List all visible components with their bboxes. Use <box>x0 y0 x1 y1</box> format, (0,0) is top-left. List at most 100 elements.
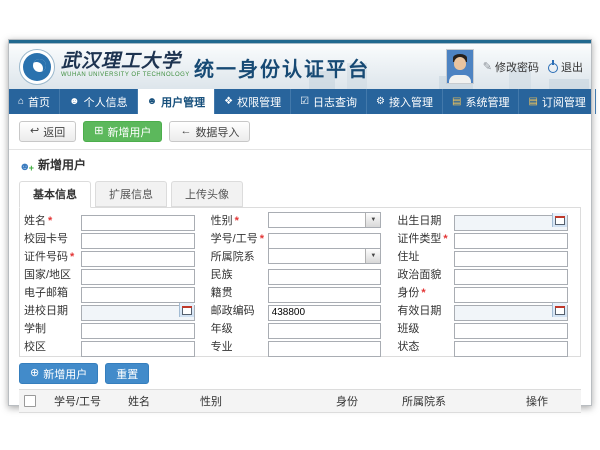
native-place-input[interactable] <box>268 287 382 303</box>
required-asterisk: * <box>235 215 239 227</box>
change-password-link[interactable]: ✎ 修改密码 <box>483 59 539 75</box>
toolbar: ↩ 返回 ⊞ 新增用户 ← 数据导入 <box>19 121 581 142</box>
nav-item-home[interactable]: ⌂首页 <box>9 89 60 114</box>
dropdown-button[interactable]: ▼ <box>365 213 380 227</box>
form-field-email: 电子邮箱 <box>24 283 203 301</box>
table-header-row: 学号/工号姓名性别身份所属院系操作 <box>19 390 581 413</box>
form-field-country-region: 国家/地区 <box>24 265 203 283</box>
birth-date-input[interactable] <box>454 215 568 231</box>
id-type-input[interactable] <box>454 233 568 249</box>
country-region-label: 国家/地区 <box>24 266 81 282</box>
nav-item-permission-management[interactable]: ❖权限管理 <box>215 89 291 114</box>
form-field-identity: 身份* <box>397 283 576 301</box>
political-status-field-wrap <box>454 266 568 282</box>
valid-date-label: 有效日期 <box>397 302 454 318</box>
ethnicity-label: 民族 <box>211 266 268 282</box>
table-column-header: 所属院系 <box>397 390 521 413</box>
chevron-down-icon: ▼ <box>370 253 376 259</box>
home-icon: ⌂ <box>18 97 24 107</box>
back-button[interactable]: ↩ 返回 <box>19 121 76 142</box>
nav-bar: ⌂首页☻个人信息☻用户管理❖权限管理☑日志查询⚙接入管理▤系统管理▤订阅管理 <box>9 89 591 114</box>
class-label: 班级 <box>397 320 454 336</box>
user-avatar[interactable] <box>446 49 474 84</box>
id-number-label: 证件号码* <box>24 248 81 264</box>
nav-item-user-management[interactable]: ☻用户管理 <box>138 89 216 114</box>
reset-button[interactable]: 重置 <box>105 363 149 384</box>
campus-input[interactable] <box>81 341 195 357</box>
postal-code-input[interactable] <box>268 305 382 321</box>
gender-label: 性别* <box>211 212 268 228</box>
dropdown-button[interactable]: ▼ <box>365 249 380 263</box>
header-user-area: ✎ 修改密码 退出 <box>446 49 583 84</box>
enrollment-date-input[interactable] <box>81 305 195 321</box>
calendar-icon <box>182 306 192 315</box>
valid-date-input[interactable] <box>454 305 568 321</box>
tab-basic-info[interactable]: 基本信息 <box>19 181 91 208</box>
form-field-department: 所属院系▼ <box>211 247 390 265</box>
email-input[interactable] <box>81 287 195 303</box>
status-field-wrap <box>454 338 568 354</box>
form-field-address: 住址 <box>397 247 576 265</box>
calendar-icon <box>555 306 565 315</box>
name-input[interactable] <box>81 215 195 231</box>
nav-item-profile[interactable]: ☻个人信息 <box>60 89 138 114</box>
select-all-checkbox[interactable] <box>24 395 36 407</box>
status-input[interactable] <box>454 341 568 357</box>
tab-extended-info[interactable]: 扩展信息 <box>95 181 167 207</box>
student-employee-id-label: 学号/工号* <box>211 230 268 246</box>
ethnicity-input[interactable] <box>268 269 382 285</box>
nav-item-log-query[interactable]: ☑日志查询 <box>291 89 367 114</box>
major-input[interactable] <box>268 341 382 357</box>
campus-label: 校区 <box>24 338 81 354</box>
gender-select[interactable]: ▼ <box>268 212 382 228</box>
data-import-button[interactable]: ← 数据导入 <box>169 121 250 142</box>
nav-item-subscription-management[interactable]: ▤订阅管理 <box>519 89 595 114</box>
country-region-input[interactable] <box>81 269 195 285</box>
table-column-header: 姓名 <box>123 390 195 413</box>
logout-link[interactable]: 退出 <box>548 59 583 75</box>
calendar-picker-button[interactable] <box>179 303 194 317</box>
plus-icon: + <box>29 163 34 173</box>
nav-item-system-management[interactable]: ▤系统管理 <box>443 89 519 114</box>
nav-item-access-management[interactable]: ⚙接入管理 <box>367 89 443 114</box>
calendar-picker-button[interactable] <box>552 213 567 227</box>
department-select[interactable]: ▼ <box>268 248 382 264</box>
political-status-input[interactable] <box>454 269 568 285</box>
campus-field-wrap <box>81 338 195 354</box>
calendar-picker-button[interactable] <box>552 303 567 317</box>
class-input[interactable] <box>454 323 568 339</box>
log-check-icon: ☑ <box>300 97 309 107</box>
add-user-toolbar-button[interactable]: ⊞ 新增用户 <box>83 121 162 142</box>
form-field-valid-date: 有效日期 <box>397 301 576 319</box>
form-field-enrollment-date: 进校日期 <box>24 301 203 319</box>
country-region-field-wrap <box>81 266 195 282</box>
university-logo-icon <box>19 49 55 85</box>
postal-code-field-wrap <box>268 302 382 318</box>
schooling-length-input[interactable] <box>81 323 195 339</box>
required-asterisk: * <box>70 251 74 263</box>
campus-card-number-input[interactable] <box>81 233 195 249</box>
id-number-input[interactable] <box>81 251 195 267</box>
grade-input[interactable] <box>268 323 382 339</box>
tab-upload-avatar[interactable]: 上传头像 <box>171 181 243 207</box>
identity-label: 身份* <box>397 284 454 300</box>
birth-date-label: 出生日期 <box>397 212 454 228</box>
submit-add-user-button[interactable]: ⊕ 新增用户 <box>19 363 98 384</box>
campus-card-number-label: 校园卡号 <box>24 230 81 246</box>
tab-bar: 基本信息扩展信息上传头像 <box>19 181 581 207</box>
key-icon: ❖ <box>224 97 233 107</box>
student-employee-id-input[interactable] <box>268 233 382 249</box>
name-label: 姓名* <box>24 212 81 228</box>
form-grid: 姓名*校园卡号证件号码*国家/地区电子邮箱进校日期学制校区性别*▼学号/工号*所… <box>24 211 576 355</box>
back-label: 返回 <box>43 124 65 140</box>
ethnicity-field-wrap <box>268 266 382 282</box>
university-name-cn: 武汉理工大学 <box>61 50 190 72</box>
table-column-header: 性别 <box>195 390 331 413</box>
calendar-icon <box>555 216 565 225</box>
id-type-label: 证件类型* <box>397 230 454 246</box>
id-type-field-wrap <box>454 230 568 246</box>
address-input[interactable] <box>454 251 568 267</box>
identity-input[interactable] <box>454 287 568 303</box>
main-content: ↩ 返回 ⊞ 新增用户 ← 数据导入 ☻ + 新增用户 基本信息扩展信息上传头像… <box>9 114 591 402</box>
university-brand: 武汉理工大学 WUHAN UNIVERSITY OF TECHNOLOGY <box>61 50 190 78</box>
